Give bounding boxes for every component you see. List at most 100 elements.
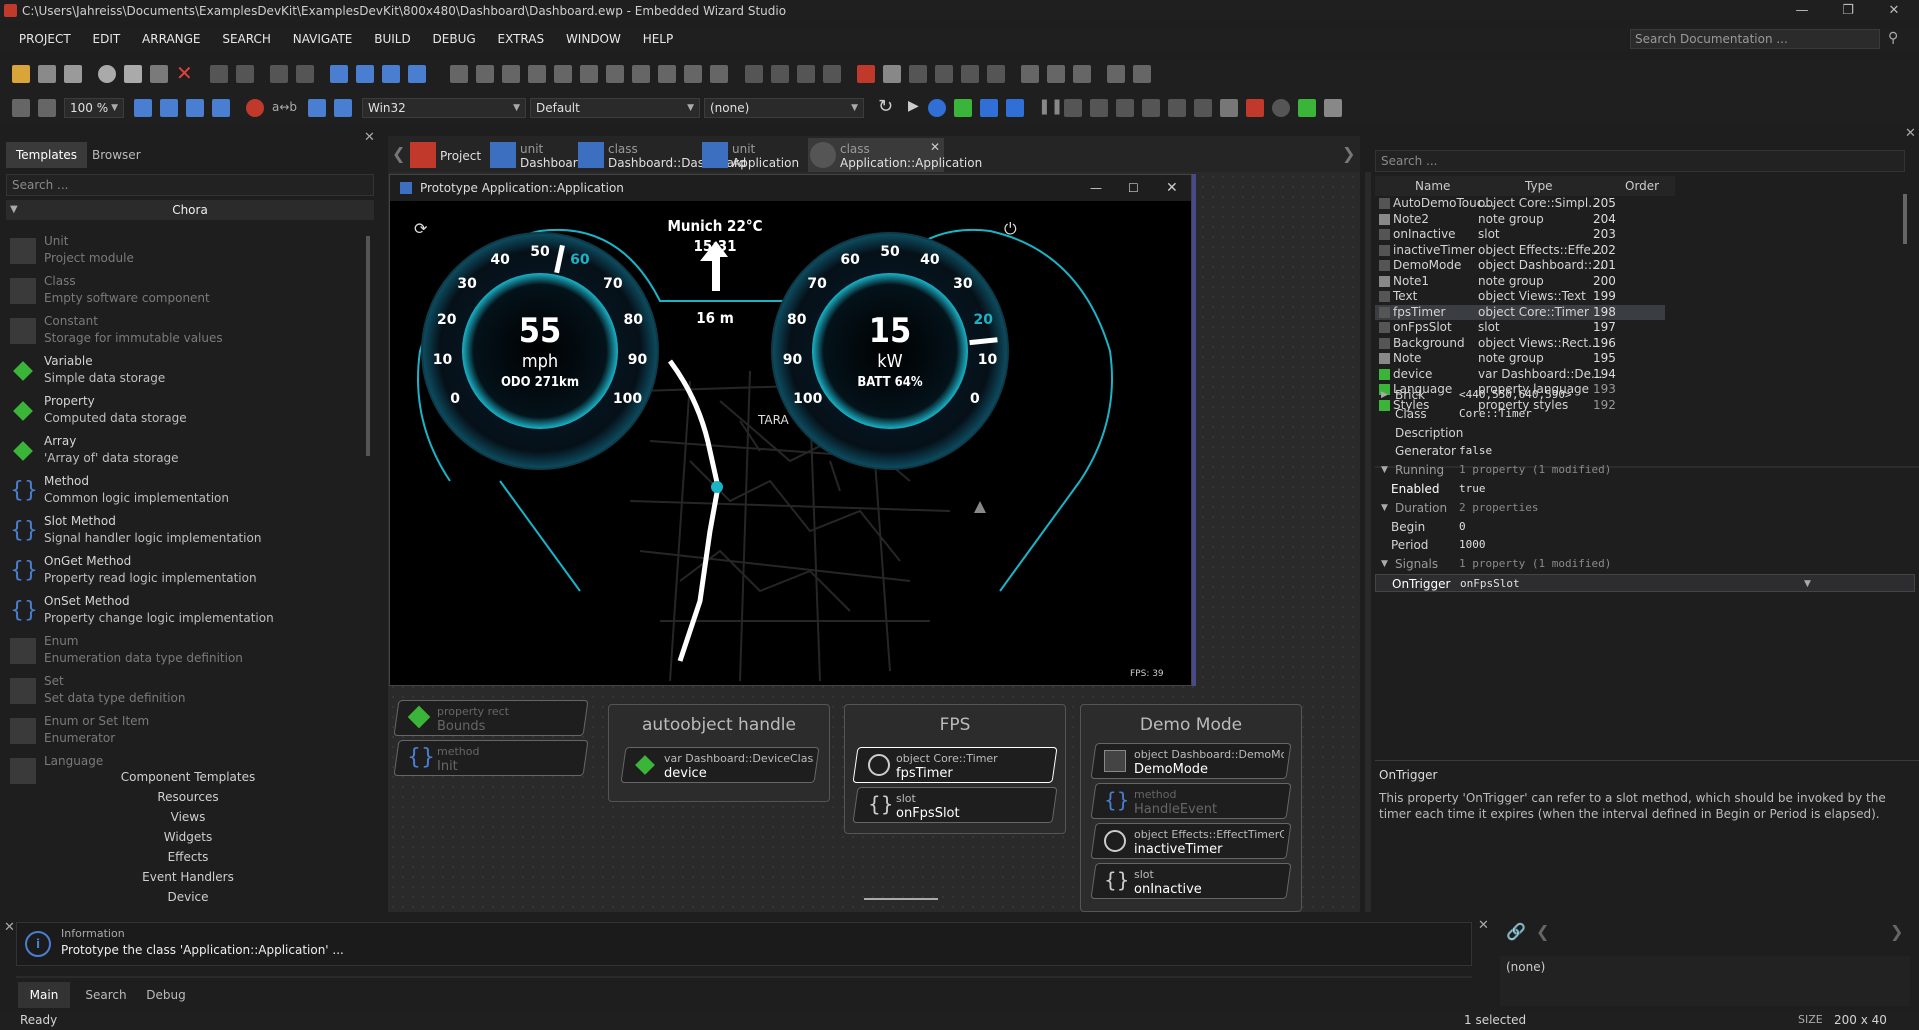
node-autoobject[interactable]: autoobject handle var Dashboard::DeviceC…: [608, 704, 830, 802]
align-left-icon[interactable]: [450, 65, 468, 83]
member-row[interactable]: Background object Views::Rect... 196: [1375, 336, 1665, 351]
zoom-in-icon[interactable]: [771, 65, 789, 83]
paste-icon[interactable]: [150, 65, 168, 83]
close-icon[interactable]: ✕: [1478, 918, 1489, 933]
scrollbar[interactable]: [1903, 194, 1907, 244]
category-event-handlers[interactable]: Event Handlers: [0, 870, 376, 884]
power-icon[interactable]: ⏻: [1004, 219, 1017, 239]
member-inactivetimer[interactable]: object Effects::EffectTimerC inactiveTime…: [1090, 823, 1292, 859]
template-variable[interactable]: Variable Simple data storage: [6, 352, 366, 392]
category-header[interactable]: Chora ▼: [6, 200, 374, 220]
tab-application[interactable]: unit Application: [700, 138, 804, 172]
menu-edit[interactable]: EDIT: [84, 26, 130, 52]
ab-switch-icon[interactable]: a↔b: [272, 100, 297, 114]
template-unit[interactable]: Unit Project module: [6, 232, 366, 272]
view-5-icon[interactable]: [1133, 65, 1151, 83]
trash-icon[interactable]: [1324, 99, 1342, 117]
property-row-begin[interactable]: Begin 0: [1375, 518, 1915, 536]
pause-icon[interactable]: ❚❚: [1038, 97, 1063, 115]
debug-e-icon[interactable]: [1168, 99, 1186, 117]
maximize-button[interactable]: ❐: [1825, 0, 1871, 22]
chevron-right-icon[interactable]: ▶: [1381, 386, 1388, 404]
menu-arrange[interactable]: ARRANGE: [133, 26, 209, 52]
back-icon[interactable]: ❮: [1536, 922, 1549, 941]
template-set[interactable]: Set Set data type definition: [6, 672, 366, 712]
fit-1-icon[interactable]: [134, 99, 152, 117]
category-component-templates[interactable]: Component Templates: [0, 770, 376, 784]
tab-project[interactable]: Project: [408, 138, 484, 172]
member-row[interactable]: onFpsSlot slot 197: [1375, 320, 1665, 335]
style-combo[interactable]: Default ▼: [530, 98, 700, 118]
copy-icon[interactable]: [124, 65, 142, 83]
member-fpstimer[interactable]: object Core::Timer fpsTimer: [852, 747, 1058, 783]
hand-stop-icon[interactable]: [1246, 99, 1264, 117]
tab-search[interactable]: Search: [80, 982, 132, 1008]
property-row-period[interactable]: Period 1000: [1375, 536, 1915, 554]
snap-icon[interactable]: [909, 65, 927, 83]
member-onfpsslot[interactable]: {} slot onFpsSlot: [852, 787, 1058, 823]
align-bottom-icon[interactable]: [580, 65, 598, 83]
template-slot-method[interactable]: {} Slot Method Signal handler logic implem…: [6, 512, 366, 552]
template-class[interactable]: Class Empty software component: [6, 272, 366, 312]
member-row[interactable]: Note note group 195: [1375, 351, 1665, 366]
wizard-icon[interactable]: [857, 65, 875, 83]
property-row-description[interactable]: Description: [1375, 424, 1915, 442]
menu-debug[interactable]: DEBUG: [424, 26, 485, 52]
member-demomode[interactable]: object Dashboard::DemoMo DemoMode: [1090, 743, 1292, 779]
menu-search[interactable]: SEARCH: [213, 26, 280, 52]
view-4-icon[interactable]: [1107, 65, 1125, 83]
zoom-out-icon[interactable]: [797, 65, 815, 83]
tab-dashboard[interactable]: unit Dashboard: [488, 138, 585, 172]
variant-combo[interactable]: (none) ▼: [704, 98, 864, 118]
property-row-signals[interactable]: ▼ Signals 1 property (1 modified): [1375, 555, 1915, 573]
menu-navigate[interactable]: NAVIGATE: [284, 26, 362, 52]
scrollbar[interactable]: [366, 236, 370, 456]
debug-a-icon[interactable]: [1064, 99, 1082, 117]
documentation-search-input[interactable]: Search Documentation ...: [1630, 29, 1880, 49]
undo-icon[interactable]: [210, 65, 228, 83]
member-row[interactable]: AutoDemoTouc... object Core::Simpl... 205: [1375, 196, 1665, 211]
export-icon[interactable]: [1298, 99, 1316, 117]
tab-scroll-left-icon[interactable]: ❮: [392, 144, 405, 163]
align-top-icon[interactable]: [528, 65, 546, 83]
member-row[interactable]: onInactive slot 203: [1375, 227, 1665, 242]
same-width-icon[interactable]: [658, 65, 676, 83]
guides-icon[interactable]: [961, 65, 979, 83]
styles-icon[interactable]: [334, 99, 352, 117]
prototype-window[interactable]: Prototype Application::Application — ☐ ✕…: [389, 174, 1192, 686]
zoom-combo[interactable]: 100 % ▼: [64, 98, 124, 118]
member-row[interactable]: Note2 note group 204: [1375, 212, 1665, 227]
template-method[interactable]: {} Method Common logic implementation: [6, 472, 366, 512]
category-effects[interactable]: Effects: [0, 850, 376, 864]
refresh-icon[interactable]: ↻: [878, 96, 893, 117]
same-size-icon[interactable]: [710, 65, 728, 83]
template-onset-method[interactable]: {} OnSet Method Property change logic impl…: [6, 592, 366, 632]
property-value[interactable]: onFpsSlot: [1460, 575, 1520, 593]
menu-help[interactable]: HELP: [634, 26, 683, 52]
run-icon[interactable]: [954, 99, 972, 117]
category-widgets[interactable]: Widgets: [0, 830, 376, 844]
fit-3-icon[interactable]: [186, 99, 204, 117]
column-order[interactable]: Order: [1625, 176, 1659, 196]
member-row[interactable]: inactiveTimer object Effects::Effe... 202: [1375, 243, 1665, 258]
center-icon[interactable]: [38, 99, 56, 117]
template-property[interactable]: Property Computed data storage: [6, 392, 366, 432]
template-array[interactable]: Array 'Array of' data storage: [6, 432, 366, 472]
member-row[interactable]: fpsTimer object Core::Timer 198: [1375, 304, 1665, 320]
member-row[interactable]: Text object Views::Text 199: [1375, 289, 1665, 304]
close-icon[interactable]: ✕: [364, 130, 375, 145]
close-button[interactable]: ✕: [1871, 0, 1917, 22]
menu-build[interactable]: BUILD: [365, 26, 419, 52]
same-height-icon[interactable]: [684, 65, 702, 83]
close-icon[interactable]: ✕: [4, 920, 15, 935]
template-constant[interactable]: Constant Storage for immutable values: [6, 312, 366, 352]
minimize-icon[interactable]: —: [1090, 175, 1102, 201]
canvas-hscroll[interactable]: [864, 898, 938, 900]
property-row-enabled[interactable]: Enabled true: [1375, 480, 1915, 498]
member-handleevent[interactable]: {} method HandleEvent: [1090, 783, 1292, 819]
open-icon[interactable]: [38, 65, 56, 83]
zoom-fit-icon[interactable]: [823, 65, 841, 83]
category-device[interactable]: Device: [0, 890, 376, 904]
member-row[interactable]: Note1 note group 200: [1375, 274, 1665, 289]
language-icon[interactable]: [308, 99, 326, 117]
